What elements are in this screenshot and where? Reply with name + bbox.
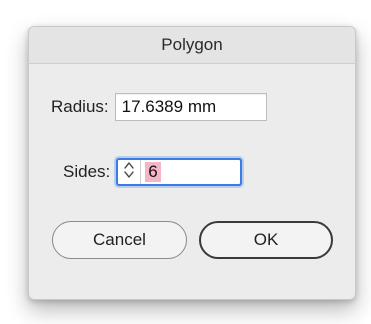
polygon-dialog: Polygon Radius: 17.6389 mm Sides: 6 Canc…: [28, 26, 356, 300]
sides-label: Sides:: [63, 162, 111, 181]
radius-value: 17.6389 mm: [121, 97, 217, 116]
up-down-chevron-icon[interactable]: [123, 160, 135, 185]
dialog-title: Polygon: [161, 35, 223, 54]
sides-stepper[interactable]: [118, 160, 142, 185]
cancel-button[interactable]: Cancel: [52, 221, 187, 259]
radius-input[interactable]: 17.6389 mm: [114, 93, 267, 121]
dialog-titlebar[interactable]: Polygon: [29, 27, 355, 64]
radius-row: Radius: 17.6389 mm: [51, 93, 267, 121]
sides-input[interactable]: 6: [116, 158, 243, 186]
sides-row: Sides: 6: [63, 158, 243, 186]
radius-label: Radius:: [51, 97, 109, 116]
ok-button[interactable]: OK: [199, 221, 333, 259]
sides-value: 6: [145, 162, 161, 182]
